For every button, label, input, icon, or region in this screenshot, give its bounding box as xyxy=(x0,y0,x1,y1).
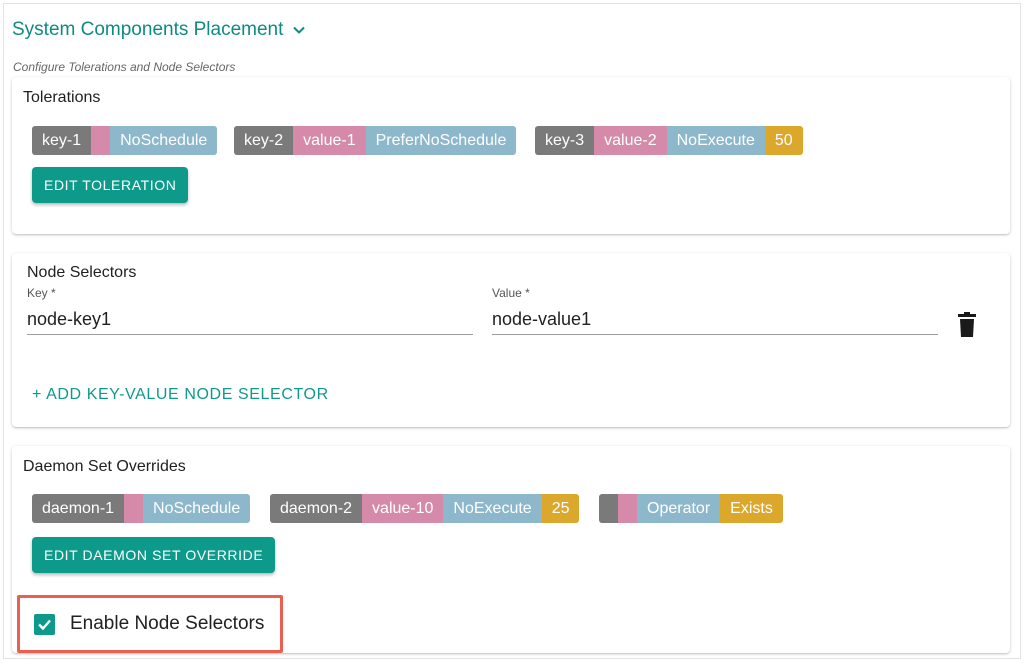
key-label: Key * xyxy=(27,286,56,300)
check-icon xyxy=(38,619,51,630)
chip-value: value-1 xyxy=(293,126,366,155)
section-title: System Components Placement xyxy=(12,19,284,40)
chip-value xyxy=(124,494,144,523)
edit-toleration-button[interactable]: EDIT TOLERATION xyxy=(32,167,189,203)
chip-seconds: 25 xyxy=(541,494,580,523)
key-input[interactable]: node-key1 xyxy=(27,307,473,335)
chip-seconds: 50 xyxy=(764,126,803,155)
toleration-chip: key-3 value-2 NoExecute 50 xyxy=(535,126,803,155)
chip-key: key-1 xyxy=(32,126,92,155)
chip-key: key-2 xyxy=(234,126,294,155)
value-input[interactable]: node-value1 xyxy=(492,307,938,335)
trash-icon[interactable] xyxy=(957,312,977,338)
chip-key: key-3 xyxy=(535,126,595,155)
enable-node-selectors-row[interactable]: Enable Node Selectors xyxy=(17,595,283,653)
add-node-selector-button[interactable]: + ADD KEY-VALUE NODE SELECTOR xyxy=(32,386,329,404)
chip-value xyxy=(618,494,637,523)
chip-effect: NoExecute xyxy=(666,126,765,155)
chip-value: value-2 xyxy=(594,126,667,155)
edit-daemon-override-button[interactable]: EDIT DAEMON SET OVERRIDE xyxy=(32,537,276,573)
chevron-down-icon[interactable] xyxy=(291,22,307,38)
section-subtitle: Configure Tolerations and Node Selectors xyxy=(13,60,236,74)
chip-value xyxy=(91,126,111,155)
chip-effect: NoSchedule xyxy=(110,126,218,155)
section-header[interactable]: System Components Placement xyxy=(12,19,307,41)
daemon-overrides-title: Daemon Set Overrides xyxy=(23,458,186,475)
chip-key: daemon-2 xyxy=(270,494,363,523)
chip-operator-value: Exists xyxy=(720,494,783,523)
chip-effect: NoSchedule xyxy=(143,494,251,523)
chip-value: value-10 xyxy=(362,494,444,523)
chip-effect: PreferNoSchedule xyxy=(365,126,517,155)
chip-effect: NoExecute xyxy=(443,494,542,523)
tolerations-title: Tolerations xyxy=(23,89,101,106)
value-label: Value * xyxy=(492,286,530,300)
daemon-chip: daemon-2 value-10 NoExecute 25 xyxy=(270,494,580,523)
chip-operator: Operator xyxy=(637,494,721,523)
toleration-chip: key-2 value-1 PreferNoSchedule xyxy=(234,126,517,155)
enable-node-selectors-label: Enable Node Selectors xyxy=(70,613,265,634)
node-selectors-title: Node Selectors xyxy=(27,264,137,281)
tolerations-card: Tolerations key-1 NoSchedule key-2 value… xyxy=(12,77,1010,234)
daemon-chip: Operator Exists xyxy=(599,494,783,523)
enable-node-selectors-checkbox[interactable] xyxy=(34,613,55,635)
toleration-chip: key-1 NoSchedule xyxy=(32,126,218,155)
daemon-chip: daemon-1 NoSchedule xyxy=(32,494,251,523)
chip-key: daemon-1 xyxy=(32,494,125,523)
node-selectors-card: Node Selectors Key * node-key1 Value * n… xyxy=(12,253,1010,427)
chip-key xyxy=(599,494,618,523)
